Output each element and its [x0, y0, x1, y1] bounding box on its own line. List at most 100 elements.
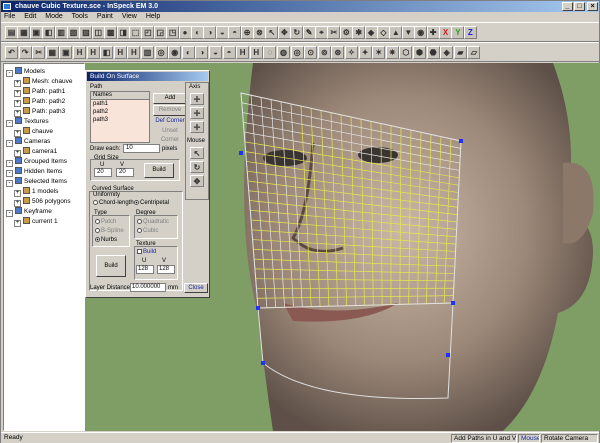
expand-toggle-icon[interactable]: -: [6, 180, 13, 187]
toolbar-tool-icon[interactable]: ↖: [265, 26, 279, 39]
toolbar-edit-icon[interactable]: ⬡: [399, 46, 413, 59]
toolbar-tool-icon[interactable]: ◨: [116, 26, 130, 39]
toolbar-edit-icon[interactable]: H: [236, 46, 250, 59]
tree-item[interactable]: - Textures: [6, 117, 49, 127]
expand-toggle-icon[interactable]: +: [14, 110, 21, 117]
toolbar-tool-icon[interactable]: ⬚: [129, 26, 142, 39]
tree-item[interactable]: + Path: path1: [14, 87, 65, 97]
toolbar-tool-icon[interactable]: ⊕: [240, 26, 254, 39]
toolbar-tool-icon[interactable]: ◰: [141, 26, 155, 39]
expand-toggle-icon[interactable]: +: [14, 130, 21, 137]
tree-item[interactable]: - Selected Items: [6, 177, 67, 187]
expand-toggle-icon[interactable]: -: [6, 120, 13, 127]
toolbar-tool-icon[interactable]: ✂: [327, 26, 341, 39]
toolbar-edit-icon[interactable]: ▰: [453, 46, 467, 59]
toolbar-edit-icon[interactable]: ▥: [141, 46, 154, 59]
menu-help[interactable]: Help: [146, 13, 160, 20]
toolbar-edit-icon[interactable]: ◒: [209, 46, 222, 59]
axis-z-icon[interactable]: ✛: [190, 121, 204, 133]
type-patch-dot[interactable]: [95, 219, 100, 224]
expand-toggle-icon[interactable]: +: [14, 80, 21, 87]
expand-toggle-icon[interactable]: -: [6, 210, 13, 217]
grid-u-input[interactable]: 20: [94, 168, 112, 177]
toolbar-tool-icon[interactable]: ⚙: [339, 26, 353, 39]
degree-cubic-dot[interactable]: [137, 228, 142, 233]
toolbar-edit-icon[interactable]: ◌: [263, 46, 277, 59]
tree-item[interactable]: + Path: path3: [14, 107, 65, 117]
expand-toggle-icon[interactable]: +: [14, 150, 21, 157]
toolbar-tool-icon[interactable]: ▨: [79, 26, 93, 39]
toolbar-tool-icon[interactable]: ▥: [54, 26, 68, 39]
tree-item[interactable]: + current 1: [14, 217, 58, 227]
tex-u-input[interactable]: 128: [136, 265, 154, 274]
build-surface-button[interactable]: Build: [96, 255, 126, 277]
tree-item[interactable]: + Path: path2: [14, 97, 65, 107]
grid-v-input[interactable]: 20: [116, 168, 134, 177]
toolbar-tool-icon[interactable]: ◒: [215, 26, 229, 39]
toolbar-tool-icon[interactable]: ◐: [191, 26, 204, 39]
degree-cubic-radio[interactable]: Cubic: [137, 228, 158, 234]
toolbar-edit-icon[interactable]: ⊛: [331, 46, 345, 59]
tree-item[interactable]: - Keyframe: [6, 207, 52, 217]
toolbar-edit-icon[interactable]: H: [127, 46, 141, 59]
toolbar-tool-icon[interactable]: ▦: [17, 26, 31, 39]
toolbar-tool-icon[interactable]: ▧: [67, 26, 80, 39]
unset-corner-button[interactable]: Unset Corner: [153, 127, 187, 143]
centripetal-radio[interactable]: Centripetal: [134, 200, 169, 206]
tree-item[interactable]: +1 models: [14, 187, 58, 197]
toolbar-edit-icon[interactable]: ✷: [385, 46, 399, 59]
chord-length-radio-dot[interactable]: [93, 200, 98, 205]
toolbar-edit-icon[interactable]: ◓: [222, 46, 236, 59]
tree-item[interactable]: - Grouped Items: [6, 157, 67, 167]
toolbar-edit-icon[interactable]: H: [249, 46, 263, 59]
toolbar-edit-icon[interactable]: ⬣: [426, 46, 440, 59]
toolbar-edit-icon[interactable]: ⊚: [317, 46, 331, 59]
type-bspline-radio[interactable]: B-Spline: [95, 228, 124, 234]
toolbar-tool-icon[interactable]: ◲: [153, 26, 167, 39]
toolbar-tool-icon[interactable]: ◓: [228, 26, 242, 39]
toolbar-tool-icon[interactable]: ▩: [104, 26, 118, 39]
tree-item[interactable]: - Models: [6, 67, 45, 77]
toolbar-edit-icon[interactable]: ◈: [440, 46, 454, 59]
dialog-title[interactable]: Build On Surface: [87, 72, 208, 81]
draw-each-input[interactable]: 10: [123, 144, 160, 153]
toolbar-tool-icon[interactable]: ▲: [389, 26, 403, 39]
toolbar-edit-icon[interactable]: ⬢: [413, 46, 426, 59]
toolbar-edit-icon[interactable]: ◎: [290, 46, 304, 59]
toolbar-edit-icon[interactable]: ✂: [32, 46, 46, 59]
toolbar-edit-icon[interactable]: H: [113, 46, 127, 59]
menu-mode[interactable]: Mode: [45, 13, 63, 20]
mouse-select-icon[interactable]: ↖: [190, 147, 204, 159]
tree-item[interactable]: + chauve: [14, 127, 53, 137]
toolbar-tool-icon[interactable]: ◇: [377, 26, 390, 39]
toolbar-edit-icon[interactable]: ✦: [358, 46, 372, 59]
tree-item[interactable]: - Cameras: [6, 137, 50, 147]
toolbar-edit-icon[interactable]: ◉: [168, 46, 182, 59]
toolbar-tool-icon[interactable]: ✚: [426, 26, 440, 39]
menu-edit[interactable]: Edit: [24, 13, 36, 20]
axis-y-icon[interactable]: ✛: [190, 107, 204, 119]
menu-view[interactable]: View: [122, 13, 137, 20]
tree-item[interactable]: +506 polygons: [14, 197, 71, 207]
toolbar-edit-icon[interactable]: ⊙: [304, 46, 318, 59]
toolbar-tool-icon[interactable]: ◫: [91, 26, 105, 39]
mouse-rotate-icon[interactable]: ↻: [190, 161, 204, 173]
toolbar-tool-icon[interactable]: X: [439, 26, 452, 39]
toolbar-edit-icon[interactable]: ▦: [45, 46, 59, 59]
toolbar-tool-icon[interactable]: Z: [463, 26, 477, 39]
layer-distance-input[interactable]: 10.000000: [130, 283, 166, 292]
toolbar-edit-icon[interactable]: ◑: [195, 46, 209, 59]
type-nurbs-radio[interactable]: Nurbs: [95, 237, 117, 243]
degree-quadratic-dot[interactable]: [137, 219, 142, 224]
expand-toggle-icon[interactable]: +: [14, 90, 21, 97]
path-list-item[interactable]: path3: [91, 116, 149, 124]
toolbar-edit-icon[interactable]: ◍: [277, 46, 290, 59]
toolbar-tool-icon[interactable]: ⊗: [253, 26, 266, 39]
toolbar-tool-icon[interactable]: ◆: [364, 26, 378, 39]
toolbar-edit-icon[interactable]: ▱: [467, 46, 481, 59]
toolbar-edit-icon[interactable]: ▣: [59, 46, 73, 59]
expand-toggle-icon[interactable]: -: [6, 160, 13, 167]
toolbar-tool-icon[interactable]: ◳: [166, 26, 180, 39]
close-dialog-button[interactable]: Close: [184, 283, 208, 293]
centripetal-radio-dot[interactable]: [134, 200, 139, 205]
